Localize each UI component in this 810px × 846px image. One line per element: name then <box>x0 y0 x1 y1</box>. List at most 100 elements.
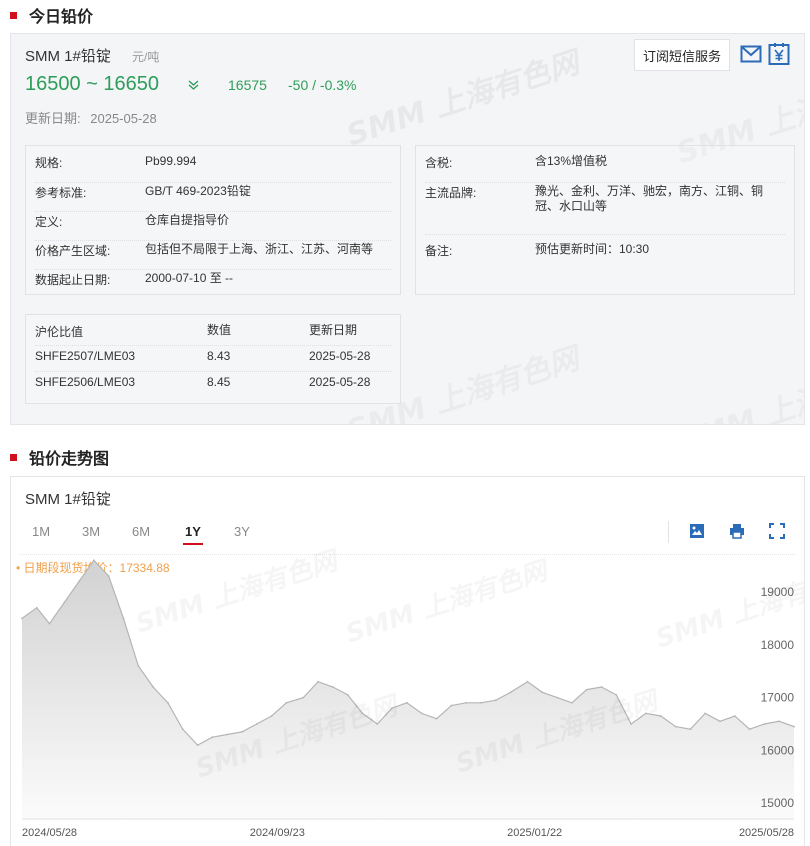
data-point <box>748 728 751 731</box>
y-tick-label: 18000 <box>761 638 795 652</box>
data-point <box>659 715 662 717</box>
spec-key: 参考标准: <box>35 186 87 200</box>
spec-row: 含税: 含13%增值税 <box>425 154 785 183</box>
data-point <box>704 712 707 715</box>
ratio-table: 沪伦比值 数值 更新日期 SHFE2507/LME03 8.43 2025-05… <box>25 314 401 404</box>
spec-row: 主流品牌: 豫光、金利、万洋、驰宏，南方、江铜、铜冠、水口山等 <box>425 183 785 235</box>
price-trend-chart: 15000 16000 17000 18000 19000 2024/05/28 2024/… <box>21 559 795 839</box>
ratio-cell: 2025-05-28 <box>309 349 371 363</box>
series-area <box>22 560 794 819</box>
spec-value: 2000-07-10 至 -- <box>145 271 234 285</box>
update-date-label: 更新日期: <box>25 111 81 126</box>
spec-key: 备注: <box>425 244 453 258</box>
data-point <box>450 704 453 707</box>
price-down-icon <box>188 80 199 90</box>
data-point <box>226 733 229 736</box>
data-point <box>689 728 692 731</box>
yen-icon[interactable] <box>768 43 790 65</box>
spec-table-right: 含税: 含13%增值税 主流品牌: 豫光、金利、万洋、驰宏，南方、江铜、铜冠、水… <box>415 145 795 295</box>
y-tick-label: 15000 <box>761 796 795 810</box>
data-point <box>480 701 482 704</box>
data-point <box>181 728 184 731</box>
section-title-price-trend: 铅价走势图 <box>10 445 109 469</box>
ratio-row: SHFE2506/LME03 8.45 2025-05-28 <box>35 372 391 398</box>
spec-key: 主流品牌: <box>425 186 477 200</box>
ratio-cell: 8.45 <box>207 375 231 389</box>
data-point <box>241 731 243 733</box>
data-point <box>93 559 95 562</box>
data-point <box>541 691 544 694</box>
data-point <box>600 686 603 688</box>
y-tick-label: 17000 <box>761 691 795 705</box>
section-title-text: 铅价走势图 <box>29 451 110 468</box>
data-point <box>285 701 288 704</box>
data-point <box>302 696 305 699</box>
spec-value: 预估更新时间：10:30 <box>535 242 650 256</box>
spec-value: 含13%增值税 <box>535 154 608 168</box>
section-title-today-price: 今日铅价 <box>10 3 93 27</box>
data-point <box>332 686 334 688</box>
data-point <box>255 723 258 725</box>
x-tick-label: 2024/05/28 <box>22 827 77 839</box>
ratio-header: 数值 <box>207 323 232 337</box>
data-point <box>793 725 795 728</box>
data-point <box>137 665 140 667</box>
data-point <box>63 601 66 604</box>
y-tick-label: 16000 <box>761 743 795 757</box>
data-point <box>615 694 618 696</box>
ratio-cell: SHFE2506/LME03 <box>35 375 136 389</box>
product-unit: 元/吨 <box>132 50 160 64</box>
section-marker <box>10 11 17 19</box>
ratio-row: SHFE2507/LME03 8.43 2025-05-28 <box>35 346 391 372</box>
spec-value: 豫光、金利、万洋、驰宏，南方、江铜、铜冠、水口山等 <box>535 184 764 213</box>
watermark: SMM 上海有色网 <box>670 346 804 424</box>
data-point <box>196 744 199 746</box>
spec-key: 含税: <box>425 156 453 170</box>
data-point <box>78 580 80 583</box>
update-date-value: 2025-05-28 <box>90 111 157 126</box>
data-point <box>406 701 408 704</box>
subscribe-sms-button[interactable]: 订阅短信服务 <box>634 39 730 71</box>
data-point <box>645 712 647 715</box>
ratio-cell: 8.43 <box>207 349 231 363</box>
spec-table-left: 规格: Pb99.994 参考标准: GB/T 469-2023铅锭 定义: 仓… <box>25 145 401 295</box>
data-point <box>733 715 736 717</box>
data-point <box>674 725 677 728</box>
data-point <box>435 717 438 720</box>
average-price: 16575 <box>228 77 267 93</box>
data-point <box>585 688 588 691</box>
price-range: 16500 ~ 16650 <box>25 73 160 95</box>
section-marker <box>10 453 17 461</box>
product-name: SMM 1#铅锭 <box>25 48 111 65</box>
data-point <box>122 617 125 620</box>
data-point <box>317 680 319 683</box>
data-point <box>763 723 766 725</box>
spec-value: Pb99.994 <box>145 154 197 168</box>
data-point <box>346 694 349 696</box>
data-point <box>211 736 214 739</box>
data-point <box>361 712 364 715</box>
data-point <box>719 720 721 723</box>
data-point <box>270 715 273 717</box>
ratio-header: 沪伦比值 <box>35 325 84 339</box>
spec-key: 定义: <box>35 215 63 229</box>
data-point <box>494 699 497 702</box>
data-point <box>167 701 169 704</box>
ratio-cell: 2025-05-28 <box>309 375 371 389</box>
spec-value: GB/T 469-2023铅锭 <box>145 184 251 198</box>
data-point <box>778 720 781 723</box>
spec-key: 价格产生区域: <box>35 244 111 258</box>
x-tick-label: 2025/05/28 <box>739 827 794 839</box>
spec-row: 规格: Pb99.994 <box>35 154 391 183</box>
price-change: -50 / -0.3% <box>288 77 357 93</box>
mail-icon[interactable] <box>740 45 762 63</box>
data-point <box>509 691 512 694</box>
price-panel: SMM 上海有色网 SMM 上海有色网 SMM 上海有色网 SMM 上海有色网 … <box>10 33 805 425</box>
spec-row: 参考标准: GB/T 469-2023铅锭 <box>35 183 391 212</box>
data-point <box>107 575 110 577</box>
chart-panel: SMM 1#铅锭 1M 3M 6M 1Y 3Y • 日期段现货均价：17334.… <box>10 476 805 846</box>
data-point <box>391 707 393 709</box>
spec-value: 仓库自提指导价 <box>145 213 230 227</box>
update-date: 更新日期: 2025-05-28 <box>25 108 157 127</box>
spec-key: 数据起止日期: <box>35 273 111 287</box>
